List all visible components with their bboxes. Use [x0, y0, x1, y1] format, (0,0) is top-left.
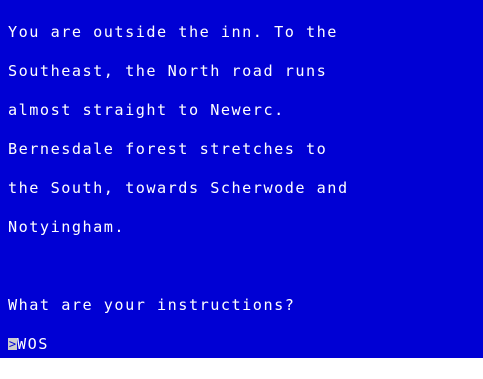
cursor-icon: >	[8, 337, 17, 351]
prompt-text: What are your instructions?	[8, 296, 296, 314]
description-line: the South, towards Scherwode and	[8, 179, 349, 197]
typed-command[interactable]: WOS	[17, 335, 49, 353]
description-line: You are outside the inn. To the	[8, 23, 338, 41]
description-line: Southeast, the North road runs	[8, 62, 328, 80]
description-line: almost straight to Newerc.	[8, 101, 285, 119]
description-line: Notyingham.	[8, 218, 126, 236]
command-input[interactable]: >WOS	[8, 335, 478, 353]
description-line: Bernesdale forest stretches to	[8, 140, 328, 158]
game-screen: You are outside the inn. To the Southeas…	[0, 0, 483, 358]
text-output: You are outside the inn. To the Southeas…	[8, 0, 478, 377]
